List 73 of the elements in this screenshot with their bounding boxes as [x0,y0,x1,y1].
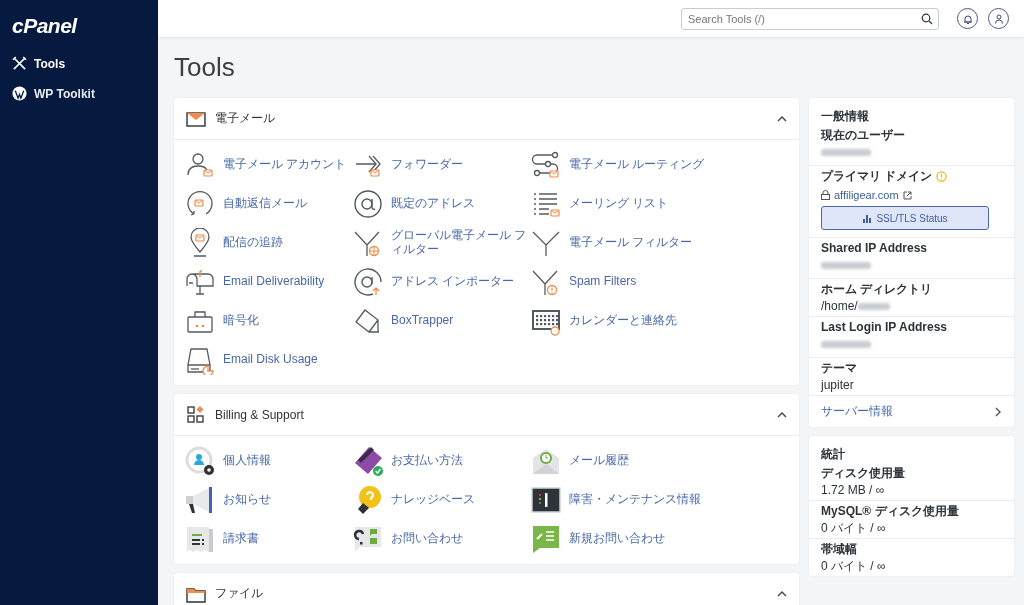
stat-label: 帯域幅 [821,542,858,556]
tool-link[interactable]: 障害・メンテナンス情報 [569,492,701,507]
tool-link[interactable]: メーリング リスト [569,196,669,211]
tool-link[interactable]: Email Deliverability [223,274,325,289]
megaphone-icon [185,484,215,515]
tool-link[interactable]: グローバル電子メール フィルター [391,229,531,256]
stat-label: MySQL® ディスク使用量 [821,504,960,518]
bell-icon [962,13,973,24]
ssl-status-button[interactable]: SSL/TLS Status [821,206,989,230]
sidebar-item[interactable]: Tools [0,52,158,75]
field-label: テーマ [821,361,858,375]
tools-icon [12,56,27,71]
thermometer-screen-icon [531,484,561,515]
tool-link[interactable]: 自動返信メール [223,196,307,211]
section-title: ファイル [215,585,264,602]
tool-link[interactable]: 電子メール フィルター [569,235,693,250]
card-title: 一般情報 [820,108,870,125]
user-menu-button[interactable] [988,8,1009,29]
tool-link[interactable]: お知らせ [223,492,271,507]
tool-link[interactable]: お問い合わせ [391,531,463,546]
at-sign-icon [353,188,383,219]
lock-icon [821,190,830,200]
stat-label: ディスク使用量 [821,466,906,480]
field-label: Shared IP Address [821,241,929,255]
field-label: プライマリ ドメイン [821,169,933,183]
tool-link[interactable]: 既定のアドレス [391,196,475,211]
stat-value: 0 バイト / ∞ [821,521,886,535]
tool-link[interactable]: フォワーダー [391,157,463,172]
logo[interactable]: cPanel [0,0,77,44]
tool-link[interactable]: お支払い方法 [391,453,463,468]
field-value: jupiter [821,378,854,392]
user-icon [993,13,1004,24]
tool-link[interactable]: BoxTrapper [391,313,454,328]
tool-link[interactable]: 新規お問い合わせ [569,531,665,546]
tool-link[interactable]: カレンダーと連絡先 [569,313,677,328]
tool-link[interactable]: 配信の追跡 [223,235,283,250]
stat-value: 0 バイト / ∞ [821,559,886,573]
field-value: /home/ [821,299,858,313]
credit-card-check-icon [353,445,383,476]
tool-link[interactable]: 暗号化 [223,313,259,328]
apps-grid-icon [186,404,206,425]
section-title: Billing & Support [215,407,305,422]
tool-link[interactable]: メール履歴 [569,453,629,468]
at-sign-arrow-icon [353,266,383,297]
bar-chart-icon [862,213,872,223]
tool-link[interactable]: 請求書 [223,531,259,546]
tool-link[interactable]: 電子メール ルーティング [569,157,705,172]
domain-link[interactable]: affiligear.com [834,189,899,201]
user-gear-icon [185,445,215,476]
tool-link[interactable]: アドレス インポーター [391,274,515,289]
external-link-icon [902,190,912,200]
search-field[interactable]: Search Tools (/) [681,7,939,30]
search-icon [921,12,933,25]
tool-link[interactable]: Email Disk Usage [223,352,318,367]
field-label: ホーム ディレクトリ [821,282,934,296]
routing-icon [531,149,561,180]
notifications-button[interactable] [957,8,978,29]
page-title: Tools [174,52,235,84]
card-title: 統計 [820,446,846,463]
field-label: 現在のユーザー [821,128,906,142]
tool-link[interactable]: ナレッジベース [391,492,475,507]
field-label: Last Login IP Address [821,320,949,334]
auto-reply-mail-icon [185,188,215,219]
chat-pencil-icon [531,523,561,554]
tool-link[interactable]: Spam Filters [569,274,637,289]
stat-value: 1.72 MB / ∞ [821,483,885,497]
tool-link[interactable]: 電子メール アカウント [223,157,347,172]
chevron-right-icon [994,406,1002,417]
server-info-link[interactable]: サーバー情報 [821,403,893,420]
section-title: 電子メール [215,110,276,127]
tool-link[interactable]: 個人情報 [223,453,271,468]
sidebar-item[interactable]: WP Toolkit [0,82,158,105]
wordpress-icon [12,86,27,101]
